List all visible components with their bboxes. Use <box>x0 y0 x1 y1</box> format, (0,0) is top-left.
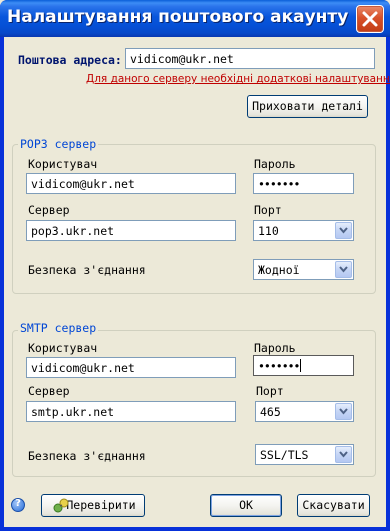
smtp-server-label: Сервер <box>28 384 70 398</box>
smtp-password-label: Пароль <box>254 341 296 355</box>
help-glyph: ? <box>15 498 21 509</box>
hide-details-button[interactable]: Приховати деталі <box>247 95 368 118</box>
pop3-security-label: Безпека з'єднання <box>28 263 146 277</box>
smtp-user-label: Користувач <box>28 341 98 355</box>
pop3-port-dropdown-button[interactable] <box>335 222 352 239</box>
smtp-port-dropdown-button[interactable] <box>335 403 352 420</box>
close-button[interactable] <box>356 5 384 33</box>
pop3-password-label: Пароль <box>254 157 296 171</box>
smtp-port-label: Порт <box>256 384 284 398</box>
pop3-group-title: POP3 сервер <box>18 137 99 151</box>
chevron-down-icon <box>339 227 348 234</box>
pop3-security-select[interactable]: Жодної <box>253 259 354 280</box>
pop3-security-value: Жодної <box>258 263 300 277</box>
smtp-port-value: 465 <box>260 405 281 419</box>
check-connection-button[interactable]: Перевірити <box>41 494 145 517</box>
smtp-server-field[interactable]: smtp.ukr.net <box>26 401 236 422</box>
pop3-server-field[interactable]: pop3.ukr.net <box>26 220 236 241</box>
pop3-security-dropdown-button[interactable] <box>335 261 352 278</box>
pop3-password-field[interactable]: ••••••• <box>253 173 354 194</box>
title-bar[interactable]: Налаштування поштового акаунту <box>0 0 390 37</box>
email-label: Поштова адреса: <box>18 53 122 67</box>
connection-check-icon <box>53 498 69 513</box>
smtp-security-dropdown-button[interactable] <box>335 446 352 463</box>
smtp-password-value: ••••••• <box>258 359 300 373</box>
smtp-user-field[interactable]: vidicom@ukr.net <box>26 357 236 378</box>
chevron-down-icon <box>339 266 348 273</box>
extra-settings-notice[interactable]: Для даного серверу необхідні додаткові н… <box>86 73 390 85</box>
pop3-user-label: Користувач <box>28 157 98 171</box>
smtp-security-select[interactable]: SSL/TLS <box>255 444 354 465</box>
smtp-group-title: SMTP сервер <box>18 321 99 335</box>
dialog-body: Поштова адреса: vidicom@ukr.net Для дано… <box>4 37 390 527</box>
cancel-button[interactable]: Скасувати <box>297 494 370 517</box>
smtp-port-select[interactable]: 465 <box>255 401 354 422</box>
smtp-security-label: Безпека з'єднання <box>28 449 146 463</box>
help-icon[interactable]: ? <box>11 498 25 512</box>
smtp-security-value: SSL/TLS <box>260 448 309 462</box>
ok-button[interactable]: OK <box>210 494 282 517</box>
pop3-port-select[interactable]: 110 <box>253 220 354 241</box>
settings-dialog: Налаштування поштового акаунту Поштова а… <box>0 0 390 531</box>
pop3-port-value: 110 <box>258 224 279 238</box>
window-title: Налаштування поштового акаунту <box>7 7 349 27</box>
chevron-down-icon <box>339 408 348 415</box>
pop3-user-field[interactable]: vidicom@ukr.net <box>26 173 236 194</box>
pop3-server-label: Сервер <box>28 203 70 217</box>
close-icon <box>362 11 378 27</box>
smtp-password-field[interactable]: ••••••• <box>253 355 354 376</box>
check-button-label: Перевірити <box>66 498 136 512</box>
email-field[interactable]: vidicom@ukr.net <box>125 48 375 69</box>
pop3-port-label: Порт <box>254 203 282 217</box>
chevron-down-icon <box>339 451 348 458</box>
text-caret <box>300 359 302 372</box>
